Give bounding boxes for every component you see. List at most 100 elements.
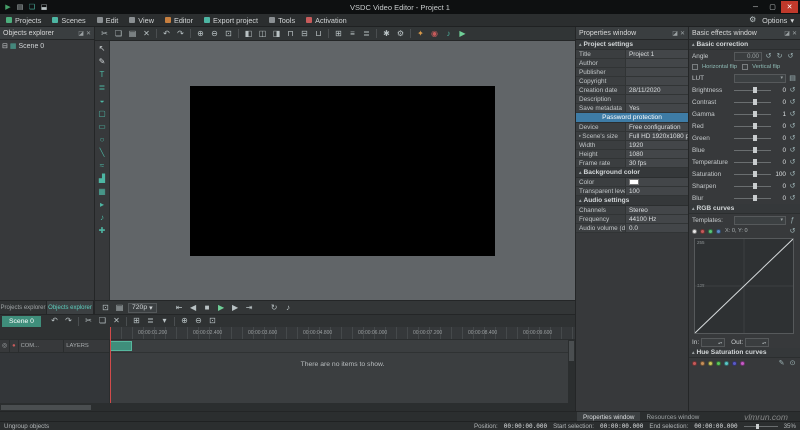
slider-handle[interactable] [753,147,757,153]
slider-handle[interactable] [753,111,757,117]
menu-item-tools[interactable]: Tools [269,16,295,25]
property-row[interactable]: TitleProject 1 [576,50,688,59]
pointer-tool-icon[interactable]: ↖ [96,43,108,54]
password-protection-button[interactable]: Password protection [576,113,688,123]
property-value[interactable] [626,178,688,186]
voice-record-icon[interactable]: ♪ [442,28,455,40]
rotate-left-icon[interactable]: ↺ [764,52,773,60]
curve-out-input[interactable]: ▴▾ [745,338,769,347]
curve-in-input[interactable]: ▴▾ [701,338,725,347]
edit-tool-icon[interactable]: ✎ [96,56,108,67]
group-hue-saturation-curves[interactable]: ▴ Hue Saturation curves [689,348,800,358]
property-value[interactable]: Free configuration [626,123,688,131]
open-project-icon[interactable]: ❏ [26,2,38,13]
effect-slider[interactable] [734,122,771,130]
property-value[interactable]: 0.0 [626,224,688,232]
delete-icon[interactable]: ✕ [140,28,153,40]
reset-icon[interactable]: ↺ [788,98,797,106]
align-middle-icon[interactable]: ⊟ [298,28,311,40]
property-row[interactable]: Frequency44100 Hz [576,215,688,224]
movement-tool-icon[interactable]: ✚ [96,225,108,236]
capture-video-icon[interactable]: ◉ [428,28,441,40]
slider-handle[interactable] [753,99,757,105]
scrollbar-thumb[interactable] [569,341,574,361]
align-right-icon[interactable]: ◨ [270,28,283,40]
close-icon[interactable]: ✕ [680,30,685,37]
tl-grid-icon[interactable]: ⊞ [130,315,143,327]
hue-channel-dot[interactable] [708,361,713,366]
property-value[interactable]: 44100 Hz [626,215,688,223]
property-row[interactable]: Copyright [576,77,688,86]
tl-options-icon[interactable]: ▾ [158,315,171,327]
rgb-channel-dot[interactable] [708,229,713,234]
property-row[interactable]: Author [576,59,688,68]
property-value[interactable]: 1920 [626,141,688,149]
scene-clip-block[interactable] [110,341,132,351]
menu-item-editor[interactable]: Editor [165,16,193,25]
paste-icon[interactable]: ▤ [126,28,139,40]
hue-channel-dot[interactable] [740,361,745,366]
fx-icon[interactable]: ƒ [788,217,797,224]
properties-icon[interactable]: ✱ [380,28,393,40]
effect-slider[interactable] [734,134,771,142]
property-value[interactable]: Stereo [626,206,688,214]
align-left-icon[interactable]: ◧ [242,28,255,40]
eyedropper-icon[interactable]: ✎ [777,359,786,367]
effect-slider[interactable] [734,170,771,178]
button-tool-icon[interactable]: ▢ [96,108,108,119]
tl-undo-icon[interactable]: ↶ [48,315,61,327]
pin-icon[interactable]: ◪ [672,30,678,37]
maximize-button[interactable]: ▢ [764,1,781,13]
reset-icon[interactable]: ↺ [788,86,797,94]
effect-slider[interactable] [734,146,771,154]
image-tool-icon[interactable]: ▦ [96,186,108,197]
reset-icon[interactable]: ↺ [788,227,797,235]
timeline-ruler[interactable]: 00:00:01.20000:00:02.40000:00:03.60000:0… [110,327,575,340]
close-icon[interactable]: ✕ [86,30,91,37]
effect-slider[interactable] [734,158,771,166]
tab-projects-explorer[interactable]: Projects explorer [0,301,47,314]
redo-icon[interactable]: ↷ [174,28,187,40]
property-row[interactable]: Save metadataYes [576,104,688,113]
slider-handle[interactable] [753,195,757,201]
rotate-right-icon[interactable]: ↻ [775,52,784,60]
hue-channel-dot[interactable] [716,361,721,366]
property-value[interactable] [626,68,688,76]
menu-item-export-project[interactable]: Export project [204,16,258,25]
snap-icon[interactable]: ≡ [346,28,359,40]
timeline-horizontal-scrollbar[interactable] [0,403,575,411]
effect-slider[interactable] [734,182,771,190]
group-basic-correction[interactable]: ▴ Basic correction [689,40,800,50]
reset-icon[interactable]: ↺ [788,194,797,202]
property-row[interactable]: Frame rate30 fps [576,159,688,168]
lut-dropdown[interactable]: ▾ [734,74,786,83]
property-row[interactable]: DeviceFree configuration [576,123,688,132]
undo-icon[interactable]: ↶ [160,28,173,40]
property-group-header[interactable]: ▴Background color [576,168,688,178]
layers-icon[interactable]: ≣ [360,28,373,40]
ellipse-tool-icon[interactable]: ○ [96,134,108,145]
timeline-playhead[interactable] [110,327,111,403]
rgb-curve-graph[interactable]: 255 128 [694,238,794,334]
eye-icon[interactable]: ◎ [0,340,10,352]
tl-zoom-in-icon[interactable]: ⊕ [178,315,191,327]
zoom-out-icon[interactable]: ⊖ [208,28,221,40]
preview-quality-dropdown[interactable]: 720p ▾ [128,303,157,313]
timeline-scene-tab[interactable]: Scene 0 [2,316,41,327]
templates-dropdown[interactable]: ▾ [734,216,786,225]
column-comment[interactable]: COM... [19,340,65,352]
reset-icon[interactable]: ↺ [788,122,797,130]
slider-handle[interactable] [753,171,757,177]
settings-icon[interactable]: ⚙ [394,28,407,40]
align-bottom-icon[interactable]: ⊔ [312,28,325,40]
reset-icon[interactable]: ↺ [788,110,797,118]
menu-item-projects[interactable]: Projects [6,16,41,25]
property-row[interactable]: ▸Scene's sizeFull HD 1920x1080 pix [576,132,688,141]
cut-icon[interactable]: ✂ [98,28,111,40]
scene-list-icon[interactable]: ▤ [113,302,126,314]
tl-copy-icon[interactable]: ❏ [96,315,109,327]
slider-handle[interactable] [753,159,757,165]
tl-redo-icon[interactable]: ↷ [62,315,75,327]
vertical-flip-checkbox[interactable] [742,64,748,70]
menu-item-scenes[interactable]: Scenes [52,16,85,25]
